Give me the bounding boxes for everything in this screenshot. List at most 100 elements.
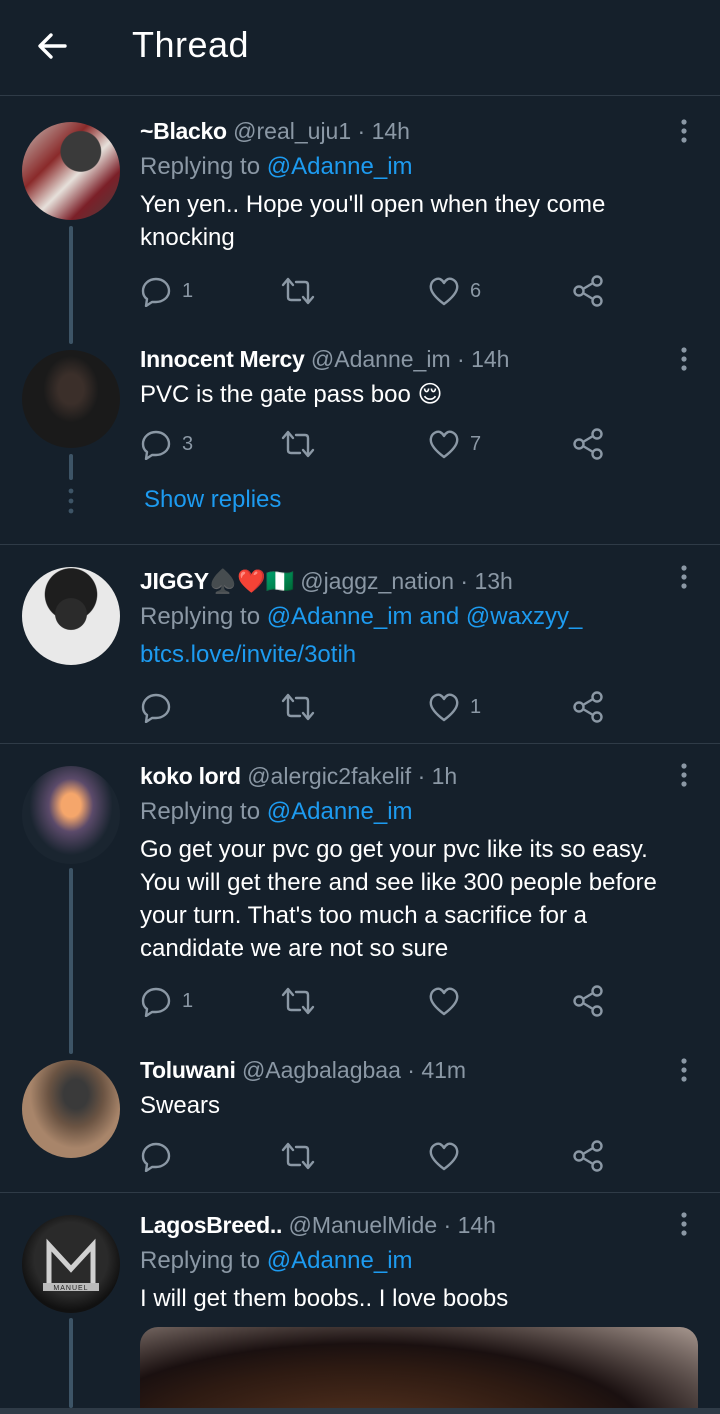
more-button[interactable] — [672, 116, 696, 146]
tweet-body[interactable]: koko lord @alergic2fakelif · 1h Replying… — [140, 761, 700, 965]
page-title: Thread — [132, 24, 250, 65]
more-button[interactable] — [672, 562, 696, 592]
user-handle[interactable]: @Aagbalagbaa — [242, 1057, 401, 1083]
more-button[interactable] — [672, 1209, 696, 1239]
show-replies-link[interactable]: Show replies — [144, 486, 281, 514]
avatar[interactable]: MANUEL — [22, 1215, 120, 1313]
share-icon — [573, 691, 603, 723]
thread-line — [69, 454, 73, 480]
reply-icon — [141, 987, 171, 1017]
display-name[interactable]: JIGGY♠️❤️🇳🇬 — [140, 568, 294, 594]
retweet-button[interactable] — [280, 981, 326, 1021]
separator-dot: · — [407, 1057, 415, 1083]
separator-dot: · — [443, 1212, 452, 1238]
tweet-text: I will get them boobs.. I love boobs — [140, 1285, 509, 1312]
retweet-button[interactable] — [280, 424, 326, 464]
like-icon — [429, 987, 459, 1016]
more-button[interactable] — [672, 344, 696, 374]
tweet-header: Toluwani @Aagbalagbaa · 41m — [140, 1055, 700, 1085]
avatar[interactable] — [22, 122, 120, 220]
retweet-button[interactable] — [280, 271, 326, 311]
like-icon — [429, 1142, 459, 1171]
avatar[interactable] — [22, 766, 120, 864]
more-icon — [681, 119, 687, 143]
divider — [0, 743, 720, 744]
like-button[interactable]: 6 — [428, 271, 481, 311]
tweet-link[interactable]: btcs.love/invite/3otih — [140, 638, 700, 671]
reply-icon — [141, 693, 171, 723]
share-button[interactable] — [572, 981, 604, 1021]
share-button[interactable] — [572, 271, 604, 311]
tweet-header: JIGGY♠️❤️🇳🇬 @jaggz_nation · 13h — [140, 566, 700, 596]
like-count: 7 — [470, 432, 482, 455]
more-button[interactable] — [672, 760, 696, 790]
mention-link[interactable]: @Adanne_im and @waxzyy_ — [267, 603, 583, 630]
separator-dot: · — [457, 346, 465, 372]
retweet-button[interactable] — [280, 687, 326, 727]
like-button[interactable]: 1 — [428, 687, 481, 727]
retweet-icon — [281, 1142, 315, 1170]
back-button[interactable] — [30, 26, 74, 66]
tweet-body[interactable]: ~Blacko @real_uju1 · 14h Replying to @Ad… — [140, 116, 700, 254]
thread-line — [69, 868, 73, 1054]
reply-button[interactable]: 1 — [140, 271, 193, 311]
retweet-icon — [281, 693, 315, 721]
share-button[interactable] — [572, 424, 604, 464]
share-icon — [573, 1140, 603, 1172]
thread-line — [69, 226, 73, 344]
like-button[interactable] — [428, 1136, 470, 1176]
display-name[interactable]: Innocent Mercy — [140, 346, 305, 372]
avatar[interactable] — [22, 567, 120, 665]
separator-dot: · — [417, 763, 426, 789]
thread-line — [69, 1318, 73, 1408]
user-handle[interactable]: @real_uju1 — [233, 118, 351, 144]
more-button[interactable] — [672, 1055, 696, 1085]
like-button[interactable]: 7 — [428, 424, 481, 464]
display-name[interactable]: Toluwani — [140, 1057, 236, 1083]
more-icon — [681, 1058, 687, 1082]
timestamp: 1h — [431, 763, 458, 789]
retweet-button[interactable] — [280, 1136, 326, 1176]
user-handle[interactable]: @Adanne_im — [311, 346, 451, 372]
tweet-header: koko lord @alergic2fakelif · 1h — [140, 761, 700, 791]
tweet-header: ~Blacko @real_uju1 · 14h — [140, 116, 700, 146]
avatar[interactable] — [22, 350, 120, 448]
thread-continuation-dots — [68, 488, 74, 514]
mention-link[interactable]: @Adanne_im — [267, 1247, 413, 1274]
divider — [0, 544, 720, 545]
display-name[interactable]: koko lord — [140, 763, 241, 789]
tweet-body[interactable]: Toluwani @Aagbalagbaa · 41m Swears — [140, 1055, 700, 1122]
replying-to: Replying to @Adanne_im — [140, 795, 700, 829]
timestamp: 14h — [471, 346, 510, 372]
tweet-media-image[interactable] — [140, 1327, 698, 1414]
tweet-actions: 1 — [140, 687, 640, 727]
share-button[interactable] — [572, 687, 604, 727]
more-icon — [681, 565, 687, 589]
tweet-actions: 3 7 — [140, 424, 640, 464]
tweet-body[interactable]: LagosBreed.. @ManuelMide · 14h Replying … — [140, 1210, 700, 1315]
display-name[interactable]: ~Blacko — [140, 118, 227, 144]
avatar[interactable] — [22, 1060, 120, 1158]
avatar-logo-text: MANUEL — [53, 1284, 89, 1292]
more-icon — [681, 347, 687, 371]
user-handle[interactable]: @alergic2fakelif — [247, 763, 411, 789]
mention-link[interactable]: @Adanne_im — [267, 153, 413, 180]
share-button[interactable] — [572, 1136, 604, 1176]
reply-button[interactable]: 3 — [140, 424, 193, 464]
separator-dot: · — [460, 568, 469, 594]
display-name[interactable]: LagosBreed.. — [140, 1212, 282, 1238]
like-button[interactable] — [428, 981, 470, 1021]
reply-button[interactable] — [140, 687, 182, 727]
tweet-actions: 1 6 — [140, 271, 640, 311]
reply-button[interactable]: 1 — [140, 981, 193, 1021]
reply-button[interactable] — [140, 1136, 182, 1176]
top-app-bar: Thread — [0, 0, 720, 96]
tweet-text: PVC is the gate pass boo 😌 — [140, 381, 443, 408]
tweet-header: LagosBreed.. @ManuelMide · 14h — [140, 1210, 700, 1240]
mention-link[interactable]: @Adanne_im — [267, 798, 413, 825]
tweet-body[interactable]: JIGGY♠️❤️🇳🇬 @jaggz_nation · 13h Replying… — [140, 566, 700, 671]
user-handle[interactable]: @ManuelMide — [289, 1212, 438, 1238]
user-handle[interactable]: @jaggz_nation — [300, 568, 454, 594]
tweet-body[interactable]: Innocent Mercy @Adanne_im · 14h PVC is t… — [140, 344, 700, 411]
back-arrow-icon — [38, 33, 67, 59]
